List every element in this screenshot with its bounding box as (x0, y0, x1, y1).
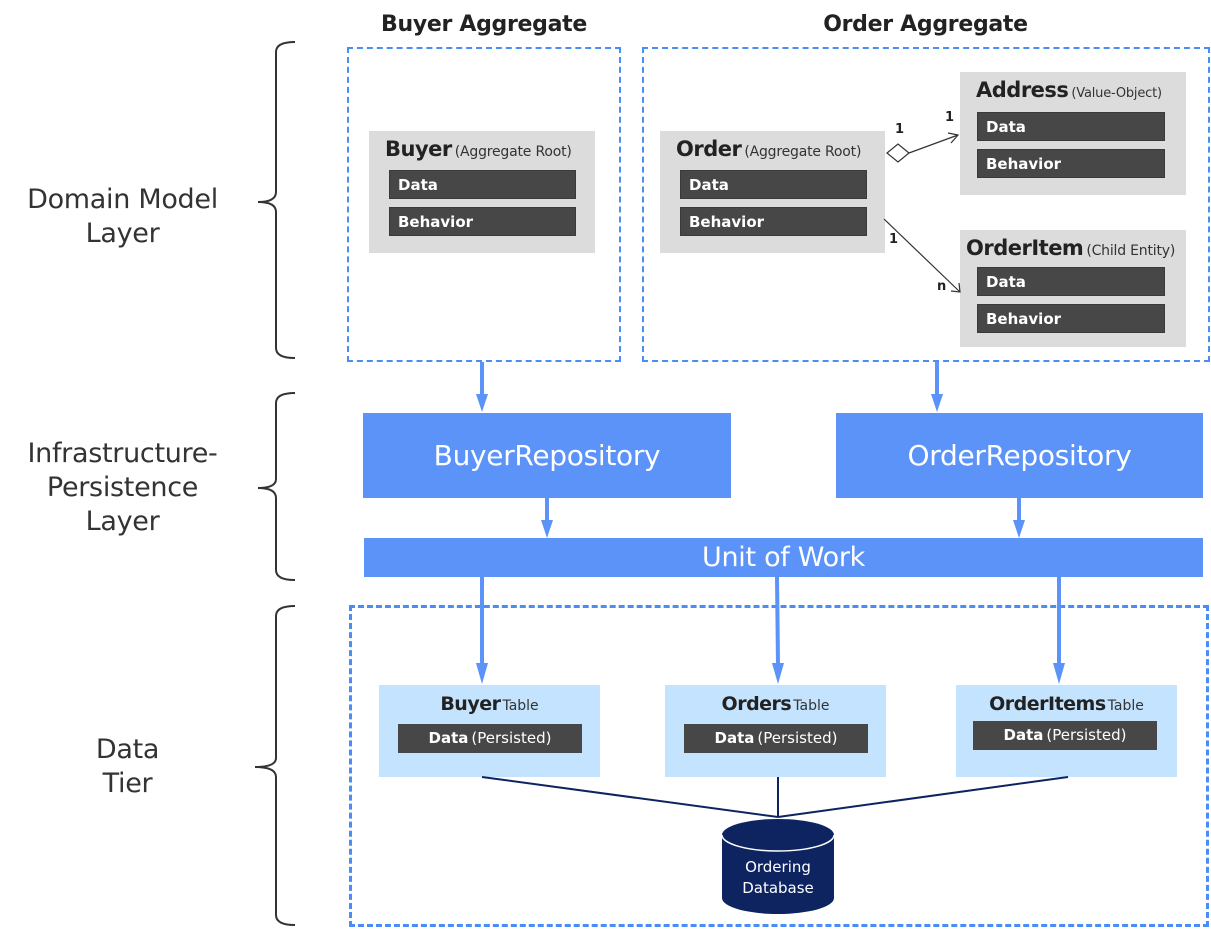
table-title: OrderItems Table (956, 693, 1177, 715)
table-suffix: Table (502, 698, 539, 714)
layer-label-line: Layer (85, 218, 160, 249)
db-label-line: Ordering (745, 858, 811, 876)
data-note: (Persisted) (1046, 726, 1127, 744)
buyer-table-data-field: Data (Persisted) (398, 724, 582, 753)
order-item-child-entity[interactable]: OrderItem (Child Entity) Data Behavior (960, 230, 1186, 347)
layer-label-line: Infrastructure- (27, 438, 218, 469)
data-note: (Persisted) (471, 729, 552, 747)
order-item-data-field: Data (977, 267, 1165, 296)
entity-role: (Child Entity) (1086, 243, 1176, 259)
entity-role: (Aggregate Root) (454, 144, 572, 160)
order-behavior-field: Behavior (680, 207, 867, 236)
buyer-repository[interactable]: BuyerRepository (363, 413, 731, 498)
orders-table-data-field: Data (Persisted) (684, 724, 868, 753)
arrowhead (476, 394, 488, 412)
order-items-table-data-field: Data (Persisted) (973, 721, 1157, 750)
table-title: Orders Table (665, 693, 886, 715)
address-data-field: Data (977, 112, 1165, 141)
orders-table[interactable]: Orders Table Data (Persisted) (665, 685, 886, 777)
order-aggregate-title: Order Aggregate (823, 12, 1028, 37)
entity-title: Order (Aggregate Root) (676, 137, 861, 161)
buyer-table[interactable]: Buyer Table Data (Persisted) (379, 685, 600, 777)
brace-data-tier (254, 605, 296, 926)
layer-label-line: Data (95, 734, 160, 765)
multiplicity-order-address-target: 1 (945, 110, 955, 125)
table-title: Buyer Table (379, 693, 600, 715)
layer-label-line: Persistence (46, 472, 199, 503)
multiplicity-order-address-source: 1 (895, 122, 905, 137)
address-value-object[interactable]: Address (Value-Object) Data Behavior (960, 72, 1186, 195)
brace-domain-model (257, 41, 296, 359)
order-data-field: Data (680, 170, 867, 199)
buyer-behavior-field: Behavior (389, 207, 576, 236)
table-name: OrderItems (989, 693, 1106, 715)
arrowhead (1013, 520, 1025, 538)
entity-role: (Aggregate Root) (744, 144, 862, 160)
arrowhead (931, 394, 943, 412)
buyer-entity[interactable]: Buyer (Aggregate Root) Data Behavior (369, 131, 595, 253)
data-label: Data (428, 729, 469, 747)
unit-of-work[interactable]: Unit of Work (364, 538, 1203, 577)
entity-name: Buyer (385, 137, 452, 161)
order-item-behavior-field: Behavior (977, 304, 1165, 333)
multiplicity-order-items-source: 1 (889, 232, 899, 247)
db-label-line: Database (742, 879, 814, 897)
brace-infrastructure (257, 392, 296, 581)
entity-title: Buyer (Aggregate Root) (385, 137, 572, 161)
buyer-aggregate-title: Buyer Aggregate (380, 12, 588, 37)
entity-title: OrderItem (Child Entity) (966, 236, 1175, 260)
order-items-table[interactable]: OrderItems Table Data (Persisted) (956, 685, 1177, 777)
table-name: Buyer (440, 693, 501, 715)
table-suffix: Table (793, 698, 830, 714)
layer-label-domain-model: Domain Model Layer (10, 183, 235, 251)
table-suffix: Table (1107, 698, 1144, 714)
table-name: Orders (721, 693, 792, 715)
layer-label-line: Layer (85, 506, 160, 537)
layer-label-data-tier: Data Tier (15, 733, 240, 801)
multiplicity-order-items-target: n (937, 279, 947, 294)
data-note: (Persisted) (757, 729, 838, 747)
arrowhead (541, 520, 553, 538)
entity-name: Address (976, 78, 1069, 102)
ordering-database[interactable]: Ordering Database (722, 857, 834, 899)
buyer-data-field: Data (389, 170, 576, 199)
layer-label-line: Tier (102, 768, 153, 799)
entity-name: Order (676, 137, 742, 161)
entity-title: Address (Value-Object) (976, 78, 1162, 102)
entity-role: (Value-Object) (1071, 86, 1162, 101)
data-label: Data (1003, 726, 1044, 744)
layer-label-infrastructure: Infrastructure- Persistence Layer (10, 437, 235, 539)
order-repository[interactable]: OrderRepository (836, 413, 1203, 498)
order-entity[interactable]: Order (Aggregate Root) Data Behavior (660, 131, 885, 253)
layer-label-line: Domain Model (27, 184, 218, 215)
entity-name: OrderItem (966, 236, 1084, 260)
address-behavior-field: Behavior (977, 149, 1165, 178)
data-label: Data (714, 729, 755, 747)
